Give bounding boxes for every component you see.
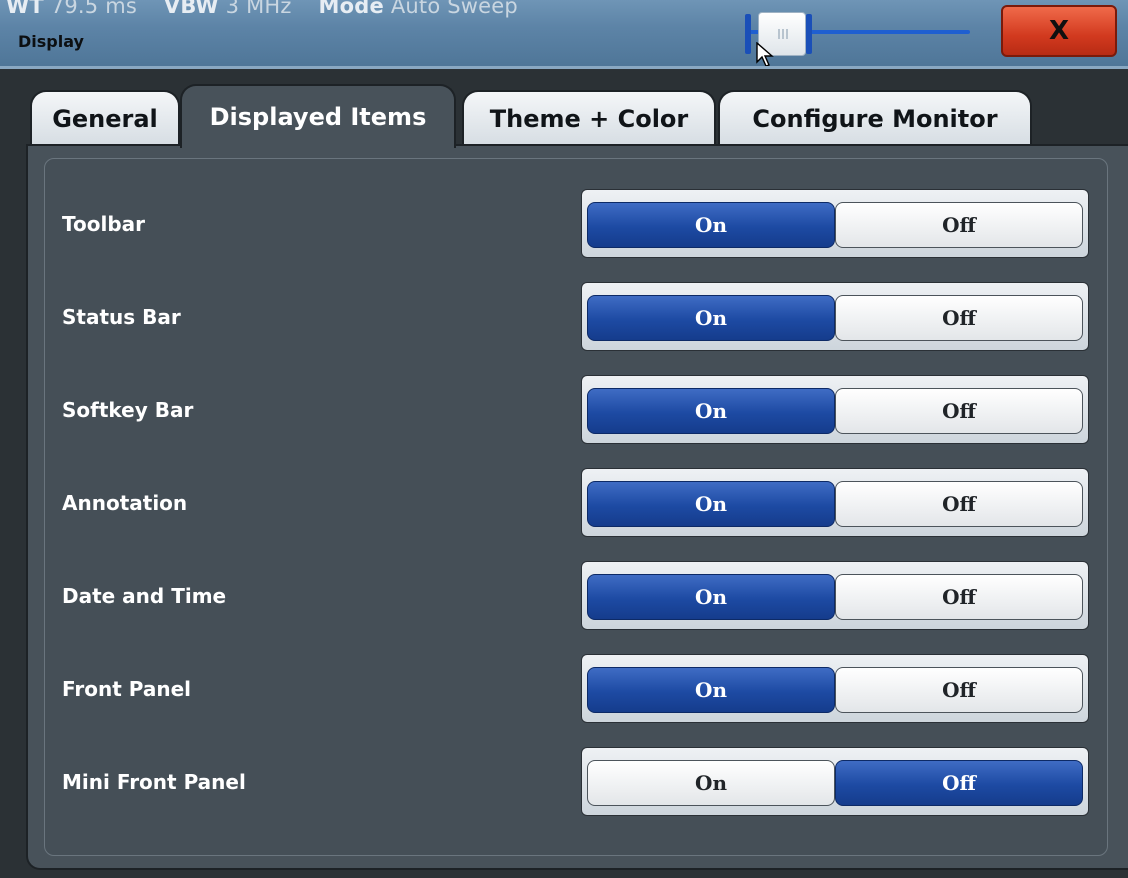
mini-front-panel-toggle: On Off <box>581 747 1089 816</box>
tab-general[interactable]: General <box>30 90 180 146</box>
status-label-wt: WT <box>6 0 44 18</box>
status-bar-off-button[interactable]: Off <box>835 295 1083 341</box>
mini-front-panel-off-button[interactable]: Off <box>835 760 1083 806</box>
status-bar-on-button[interactable]: On <box>587 295 835 341</box>
front-panel-toggle: On Off <box>581 654 1089 723</box>
annotation-toggle: On Off <box>581 468 1089 537</box>
status-value-vbw: 3 MHz <box>225 0 292 18</box>
status-value-wt: 79.5 ms <box>50 0 138 18</box>
date-and-time-toggle: On Off <box>581 561 1089 630</box>
tab-label: Configure Monitor <box>752 105 998 133</box>
tab-label: Theme + Color <box>489 105 689 133</box>
status-label-vbw: VBW <box>163 0 219 18</box>
background-status-line: WT 79.5 ms VBW 3 MHz Mode Auto Sweep <box>6 0 518 18</box>
front-panel-label: Front Panel <box>62 677 192 701</box>
dialog-titlebar[interactable]: WT 79.5 ms VBW 3 MHz Mode Auto Sweep Dis… <box>0 0 1128 69</box>
front-panel-on-button[interactable]: On <box>587 667 835 713</box>
date-and-time-on-button[interactable]: On <box>587 574 835 620</box>
toolbar-toggle: On Off <box>581 189 1089 258</box>
tab-theme-color[interactable]: Theme + Color <box>462 90 716 146</box>
status-bar-toggle: On Off <box>581 282 1089 351</box>
softkey-bar-off-button[interactable]: Off <box>835 388 1083 434</box>
annotation-on-button[interactable]: On <box>587 481 835 527</box>
close-icon: X <box>1048 16 1070 46</box>
date-and-time-off-button[interactable]: Off <box>835 574 1083 620</box>
toolbar-on-button[interactable]: On <box>587 202 835 248</box>
annotation-off-button[interactable]: Off <box>835 481 1083 527</box>
softkey-bar-toggle: On Off <box>581 375 1089 444</box>
mini-front-panel-on-button[interactable]: On <box>587 760 835 806</box>
tab-configure-monitor[interactable]: Configure Monitor <box>718 90 1032 146</box>
status-value-mode: Auto Sweep <box>390 0 518 18</box>
slider-right-cap <box>806 14 812 54</box>
slider-left-cap <box>745 14 751 54</box>
tab-displayed-items[interactable]: Displayed Items <box>180 84 456 148</box>
annotation-label: Annotation <box>62 491 188 515</box>
mouse-cursor-icon <box>756 42 774 66</box>
close-button[interactable]: X <box>1001 5 1117 57</box>
toolbar-off-button[interactable]: Off <box>835 202 1083 248</box>
toolbar-label: Toolbar <box>62 212 145 236</box>
tab-label: General <box>52 105 158 133</box>
front-panel-off-button[interactable]: Off <box>835 667 1083 713</box>
dialog-title: Display <box>18 32 84 51</box>
status-label-mode: Mode <box>318 0 384 18</box>
tab-label: Displayed Items <box>209 103 427 131</box>
date-and-time-label: Date and Time <box>62 584 227 608</box>
softkey-bar-label: Softkey Bar <box>62 398 194 422</box>
status-bar-label: Status Bar <box>62 305 181 329</box>
mini-front-panel-label: Mini Front Panel <box>62 770 246 794</box>
softkey-bar-on-button[interactable]: On <box>587 388 835 434</box>
